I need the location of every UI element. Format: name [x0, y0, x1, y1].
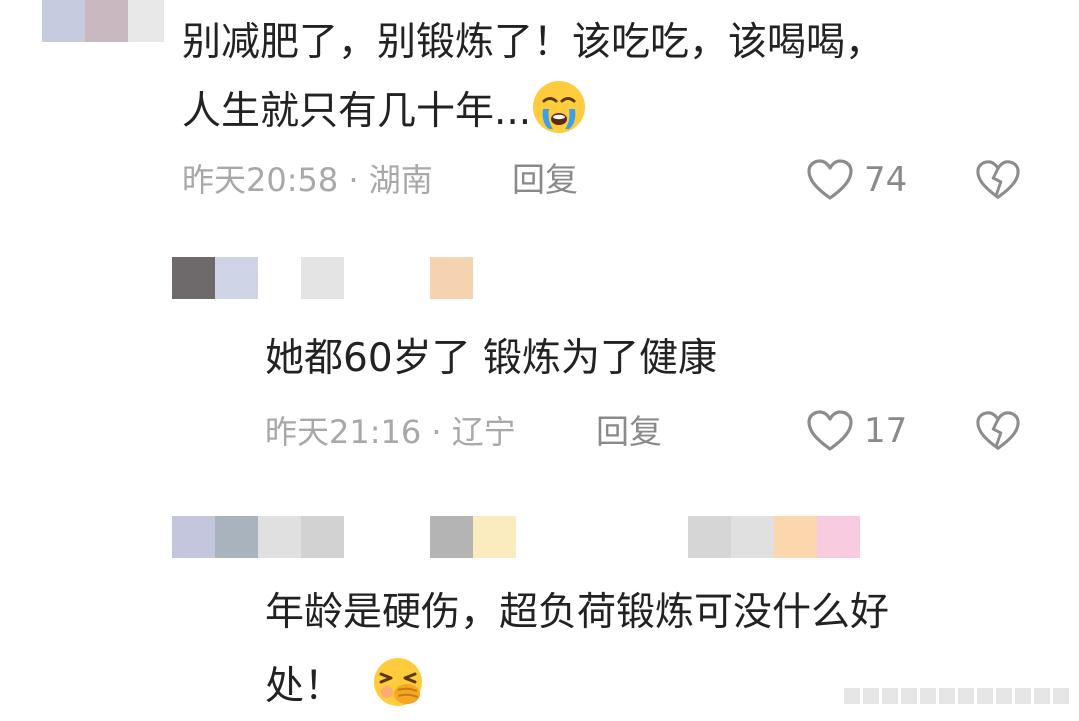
- comment-1-text-line-2-content: 人生就只有几十年...: [182, 89, 532, 134]
- loudly-crying-face-icon: [531, 79, 587, 148]
- comment-1-like-count: 74: [864, 160, 908, 200]
- heart-icon: [807, 159, 853, 200]
- comment-1-reply-button[interactable]: 回复: [512, 160, 578, 200]
- broken-heart-icon: [976, 160, 1020, 199]
- meta-separator: ·: [421, 413, 452, 451]
- comment-2-text: 她都60岁了 锻炼为了健康: [265, 336, 718, 381]
- comment-2-reply-button[interactable]: 回复: [596, 412, 662, 452]
- comment-2-like-count: 17: [864, 411, 908, 451]
- face-with-hand-over-mouth-icon: [371, 656, 427, 721]
- meta-separator: ·: [338, 161, 369, 199]
- comment-3-text-line-2: 处！: [265, 656, 427, 721]
- comment-2-time: 昨天21:16: [265, 413, 422, 451]
- comment-1-location: 湖南: [368, 161, 433, 199]
- comment-2-meta: 昨天21:16 · 辽宁: [265, 412, 516, 452]
- comment-1-like-button[interactable]: 74: [806, 158, 907, 202]
- heart-icon: [807, 410, 853, 451]
- broken-heart-icon: [976, 411, 1020, 450]
- censored-username-1: [42, 0, 164, 42]
- censored-username-2: [172, 257, 473, 299]
- comment-2-like-button[interactable]: 17: [806, 409, 907, 453]
- comment-1-text-line-2: 人生就只有几十年...: [182, 79, 587, 148]
- comment-2-dislike-button[interactable]: [975, 409, 1021, 457]
- comment-1-dislike-button[interactable]: [975, 158, 1021, 206]
- watermark: [844, 688, 1069, 704]
- comment-3-text-line-2-content: 处！: [265, 664, 344, 709]
- comment-3-text-line-1: 年龄是硬伤，超负荷锻炼可没什么好: [265, 590, 890, 635]
- comment-1-time: 昨天20:58: [182, 161, 339, 199]
- comment-1-text-line-1: 别减肥了，别锻炼了！该吃吃，该喝喝，: [182, 20, 885, 65]
- censored-username-3: [172, 516, 860, 558]
- comment-1-meta: 昨天20:58 · 湖南: [182, 160, 433, 200]
- comment-2-location: 辽宁: [451, 413, 516, 451]
